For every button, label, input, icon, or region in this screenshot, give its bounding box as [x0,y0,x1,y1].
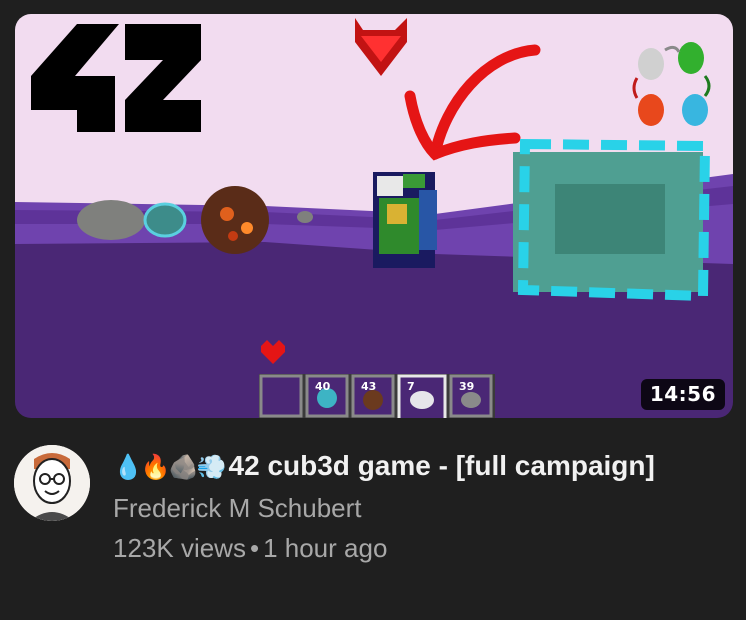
view-count: 123K views [113,533,246,563]
duration-badge: 14:56 [640,379,725,410]
video-title[interactable]: 💧🔥🪨💨 42 cub3d game - [full campaign] [113,446,726,487]
hotbar-count: 40 [315,380,331,393]
stats-separator: • [249,533,260,563]
fire-orb-icon [201,186,269,254]
thumbnail-image: 40 43 7 39 [15,14,733,418]
upload-age: 1 hour ago [263,533,388,563]
hotbar: 40 43 7 39 [259,374,495,418]
video-meta: 💧🔥🪨💨 42 cub3d game - [full campaign] Fred… [113,446,726,563]
title-emoji: 💧🔥🪨💨 [113,453,227,481]
avatar-face-icon [14,445,90,521]
hotbar-count: 39 [459,380,474,393]
video-stats: 123K views • 1 hour ago [113,533,726,563]
hotbar-count: 43 [361,380,376,393]
rock-icon [77,200,145,240]
wind-block-icon [513,138,711,302]
channel-avatar[interactable] [14,445,90,521]
hotbar-count: 7 [407,380,415,393]
channel-name[interactable]: Frederick M Schubert [113,493,726,523]
player-character-icon [373,172,437,268]
video-title-text: 42 cub3d game - [full campaign] [228,450,655,481]
video-thumbnail[interactable]: 40 43 7 39 14:56 [15,14,733,418]
